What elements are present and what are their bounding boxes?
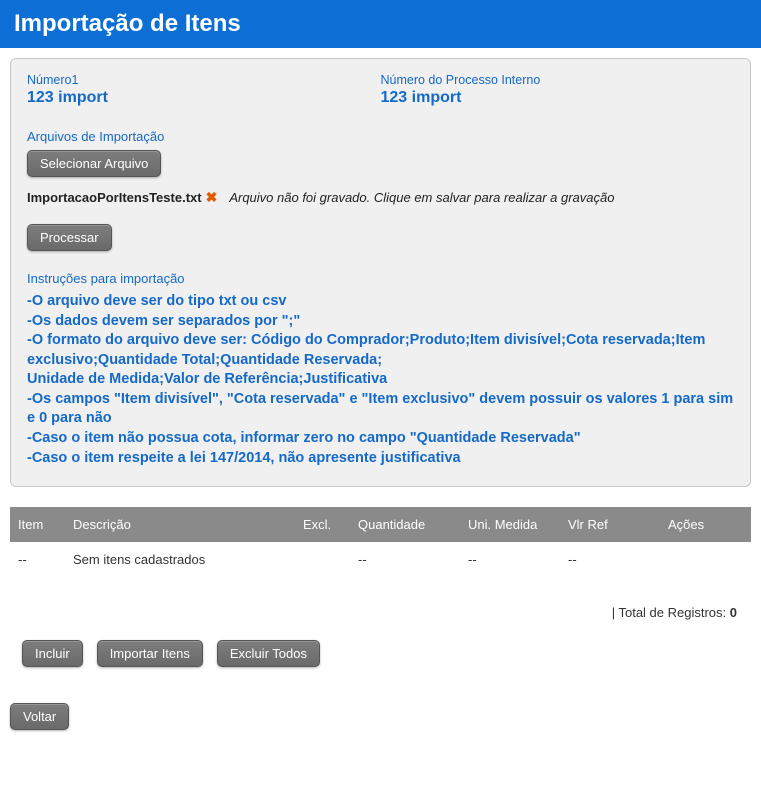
select-file-button[interactable]: Selecionar Arquivo (27, 150, 161, 177)
field-numero1-value: 123 import (27, 89, 381, 107)
col-descricao: Descrição (65, 507, 295, 542)
cell-excl (295, 542, 350, 577)
field-numero1-label: Número1 (27, 73, 381, 87)
cell-item: -- (10, 542, 65, 577)
col-acoes: Ações (660, 507, 751, 542)
items-table-wrap: Item Descrição Excl. Quantidade Uni. Med… (10, 507, 751, 685)
col-excl: Excl. (295, 507, 350, 542)
total-label: | Total de Registros: (612, 605, 726, 620)
field-numero-processo: Número do Processo Interno 123 import (381, 73, 735, 107)
cell-descricao: Sem itens cadastrados (65, 542, 295, 577)
table-row-empty: -- Sem itens cadastrados -- -- -- (10, 542, 751, 577)
instructions-body: -O arquivo deve ser do tipo txt ou csv -… (27, 292, 734, 468)
field-numero1: Número1 123 import (27, 73, 381, 107)
uploaded-file-name: ImportacaoPorItensTeste.txt (27, 190, 202, 205)
import-panel: Número1 123 import Número do Processo In… (10, 58, 751, 487)
cell-quantidade: -- (350, 542, 460, 577)
items-table: Item Descrição Excl. Quantidade Uni. Med… (10, 507, 751, 577)
page-title: Importação de Itens (0, 0, 761, 48)
delete-file-icon[interactable]: ✖ (206, 189, 218, 206)
col-uni-medida: Uni. Medida (460, 507, 560, 542)
cell-uni-medida: -- (460, 542, 560, 577)
incluir-button[interactable]: Incluir (22, 640, 83, 667)
instructions-title: Instruções para importação (27, 271, 734, 286)
excluir-todos-button[interactable]: Excluir Todos (217, 640, 320, 667)
field-numero-processo-label: Número do Processo Interno (381, 73, 735, 87)
upload-section-label: Arquivos de Importação (27, 129, 734, 144)
process-button[interactable]: Processar (27, 224, 112, 251)
file-not-saved-message: Arquivo não foi gravado. Clique em salva… (229, 190, 614, 205)
col-vlr-ref: Vlr Ref (560, 507, 660, 542)
col-item: Item (10, 507, 65, 542)
field-numero-processo-value: 123 import (381, 89, 735, 107)
total-registros: | Total de Registros: 0 (10, 577, 751, 632)
total-count: 0 (730, 605, 737, 620)
cell-vlr-ref: -- (560, 542, 660, 577)
importar-itens-button[interactable]: Importar Itens (97, 640, 203, 667)
cell-acoes (660, 542, 751, 577)
col-quantidade: Quantidade (350, 507, 460, 542)
voltar-button[interactable]: Voltar (10, 703, 69, 730)
